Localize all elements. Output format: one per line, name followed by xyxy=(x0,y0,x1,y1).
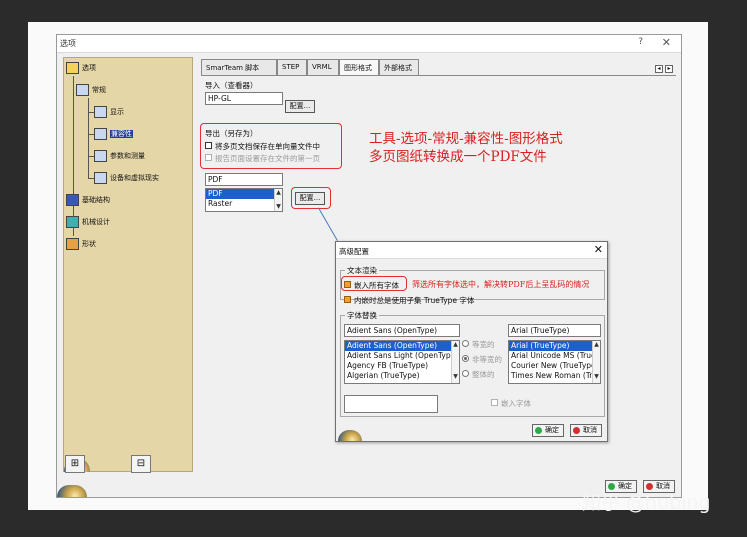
list-item[interactable]: Agency FB (TrueType) xyxy=(345,361,459,371)
display-icon xyxy=(94,106,107,118)
list-item[interactable]: Adient Sans (OpenType) xyxy=(345,341,459,351)
import-config-button[interactable]: 配置... xyxy=(285,100,315,113)
mechanical-icon xyxy=(66,216,79,228)
tree-item-parameters[interactable]: 参数和测量 xyxy=(94,150,145,162)
tree-item-devices[interactable]: 设备和虚拟现实 xyxy=(94,172,159,184)
tree-item-display[interactable]: 显示 xyxy=(94,106,124,118)
list-item[interactable]: Times New Roman (TrueType) xyxy=(509,371,600,381)
scrollbar[interactable]: ▲ ▼ xyxy=(592,341,600,383)
radio-proportional[interactable] xyxy=(462,355,469,362)
scroll-up-icon[interactable]: ▲ xyxy=(593,341,600,349)
tree-item-compatibility[interactable]: 兼容性 xyxy=(94,128,133,140)
list-item[interactable]: Adient Sans Light (OpenType) xyxy=(345,351,459,361)
tree-root[interactable]: 选项 xyxy=(66,62,96,74)
cancel-icon xyxy=(573,427,580,434)
radio-proportional-label: 非等宽的 xyxy=(472,355,502,364)
tree-lock-icon[interactable]: ⊟ xyxy=(131,455,151,473)
ok-icon xyxy=(535,427,542,434)
radio-whole[interactable] xyxy=(462,370,469,377)
close-button[interactable]: ✕ xyxy=(662,36,671,49)
list-item[interactable]: Raster xyxy=(206,199,282,209)
dialog-ok-button[interactable]: 确定 xyxy=(532,424,564,437)
tree-item-infrastructure[interactable]: 基础结构 xyxy=(66,194,110,206)
right-font-list[interactable]: Arial (TrueType) Arial Unicode MS (TrueT… xyxy=(508,340,601,384)
left-font-list[interactable]: Adient Sans (OpenType) Adient Sans Light… xyxy=(344,340,460,384)
bottom-globe-icon xyxy=(57,485,87,497)
text-render-title: 文本渲染 xyxy=(345,265,379,276)
window-title: 选项 xyxy=(60,39,76,48)
export-format-list[interactable]: PDF Raster ▲ ▼ xyxy=(205,188,283,212)
dialog-cancel-button[interactable]: 取消 xyxy=(570,424,602,437)
parameters-icon xyxy=(94,150,107,162)
options-tree: 选项 常规 显示 兼容性 参数和测量 设备和虚拟现实 基础结构 机械设计 形状 xyxy=(63,57,193,472)
import-format-field[interactable]: HP-GL xyxy=(205,92,283,105)
annotation-line2: 多页图纸转换成一个PDF文件 xyxy=(369,149,547,165)
dialog-close-button[interactable]: ✕ xyxy=(594,243,603,256)
list-item[interactable]: Courier New (TrueType) xyxy=(509,361,600,371)
export-highlight-box xyxy=(200,123,342,169)
font-preview-field[interactable] xyxy=(344,395,438,413)
scrollbar[interactable]: ▲ ▼ xyxy=(274,189,282,211)
scroll-up-icon[interactable]: ▲ xyxy=(275,189,282,197)
tree-tool-icon[interactable]: ⊞ xyxy=(65,455,85,473)
tree-item-general[interactable]: 常规 xyxy=(76,84,106,96)
left-font-field[interactable]: Adient Sans (OpenType) xyxy=(344,324,460,337)
advanced-config-dialog: 高级配置 ✕ 文本渲染 嵌入所有字体 筛选所有字体选中，解决转PDF后上呈乱码的… xyxy=(335,241,608,442)
window-titlebar: 选项 ? ✕ xyxy=(57,35,681,53)
right-font-field[interactable]: Arial (TrueType) xyxy=(508,324,601,337)
scroll-down-icon[interactable]: ▼ xyxy=(452,373,459,381)
watermark: 知乎 @hubing xyxy=(582,492,711,514)
radio-whole-label: 整体的 xyxy=(472,370,495,379)
list-item[interactable]: Algerian (TrueType) xyxy=(345,371,459,381)
compatibility-icon xyxy=(94,128,107,140)
tab-scroll-left-icon[interactable]: ◂ xyxy=(655,65,663,73)
general-icon xyxy=(76,84,89,96)
tab-smarteam[interactable]: SmarTeam 脚本 xyxy=(201,59,277,75)
truetype-subset-checkbox[interactable] xyxy=(344,296,351,303)
list-item[interactable]: PDF xyxy=(206,189,282,199)
scrollbar[interactable]: ▲ ▼ xyxy=(451,341,459,383)
annotation-line1: 工具-选项-常规-兼容性-图形格式 xyxy=(369,131,563,147)
tree-item-shape[interactable]: 形状 xyxy=(66,238,96,250)
options-icon xyxy=(66,62,79,74)
scroll-down-icon[interactable]: ▼ xyxy=(275,203,282,211)
tree-line xyxy=(73,76,74,236)
devices-icon xyxy=(94,172,107,184)
import-label: 导入（查看器） xyxy=(205,81,258,90)
scroll-up-icon[interactable]: ▲ xyxy=(452,341,459,349)
config-highlight-box xyxy=(291,187,331,209)
font-replace-title: 字体替换 xyxy=(345,310,379,321)
tree-item-mechanical[interactable]: 机械设计 xyxy=(66,216,110,228)
infrastructure-icon xyxy=(66,194,79,206)
radio-monospace[interactable] xyxy=(462,340,469,347)
embed-all-highlight-box xyxy=(341,276,407,291)
dialog-title: 高级配置 xyxy=(339,247,369,256)
radio-monospace-label: 等宽的 xyxy=(472,340,495,349)
tree-line xyxy=(88,98,89,178)
shape-icon xyxy=(66,238,79,250)
list-item[interactable]: Arial Unicode MS (TrueType) xyxy=(509,351,600,361)
scroll-down-icon[interactable]: ▼ xyxy=(593,373,600,381)
embed-note: 筛选所有字体选中，解决转PDF后上呈乱码的情况 xyxy=(412,280,590,289)
truetype-subset-label: 内嵌时总是使用子集 TrueType 字体 xyxy=(354,296,475,305)
embed-font-label: 嵌入字体 xyxy=(501,399,531,408)
tab-external-format[interactable]: 外部格式 xyxy=(379,59,419,75)
tab-vrml[interactable]: VRML xyxy=(307,59,339,75)
dialog-titlebar: 高级配置 ✕ xyxy=(336,242,607,259)
tab-graphics-format[interactable]: 图形格式 xyxy=(339,59,379,76)
help-button[interactable]: ? xyxy=(638,37,643,47)
tab-step[interactable]: STEP xyxy=(277,59,307,75)
embed-font-checkbox[interactable] xyxy=(491,399,498,406)
list-item[interactable]: Arial (TrueType) xyxy=(509,341,600,351)
dialog-globe-icon xyxy=(338,430,362,441)
tab-scroll-right-icon[interactable]: ▸ xyxy=(665,65,673,73)
export-format-field[interactable]: PDF xyxy=(205,173,283,186)
